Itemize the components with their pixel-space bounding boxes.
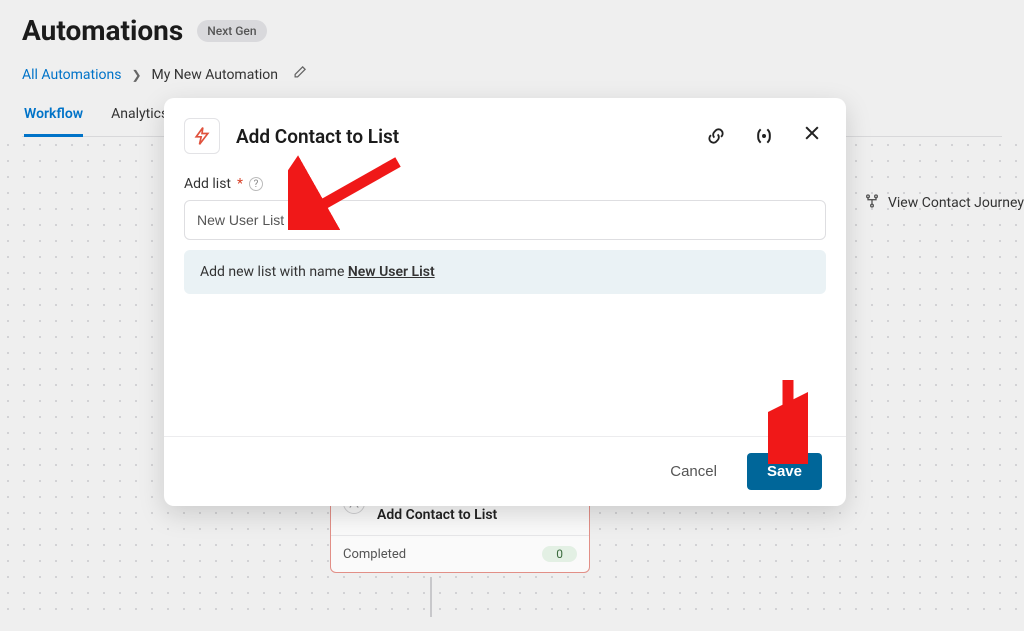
close-icon[interactable] xyxy=(802,123,822,149)
add-contact-to-list-modal: Add Contact to List Add list * xyxy=(164,98,846,506)
field-label-text: Add list xyxy=(184,176,231,192)
suggestion-prefix: Add new list with name xyxy=(200,264,348,280)
add-list-field-label: Add list * ? xyxy=(184,176,826,192)
cancel-button[interactable]: Cancel xyxy=(664,455,723,488)
lightning-icon xyxy=(184,118,220,154)
link-icon[interactable] xyxy=(706,126,726,146)
help-icon[interactable]: ? xyxy=(249,177,263,191)
suggestion-value: New User List xyxy=(348,264,435,280)
save-button[interactable]: Save xyxy=(747,453,822,490)
modal-title: Add Contact to List xyxy=(236,125,690,148)
add-new-list-suggestion[interactable]: Add new list with name New User List xyxy=(184,250,826,294)
modal-overlay: Add Contact to List Add list * xyxy=(0,0,1024,631)
required-star: * xyxy=(237,176,243,192)
add-list-input[interactable] xyxy=(184,200,826,240)
merge-tags-icon[interactable] xyxy=(754,126,774,146)
